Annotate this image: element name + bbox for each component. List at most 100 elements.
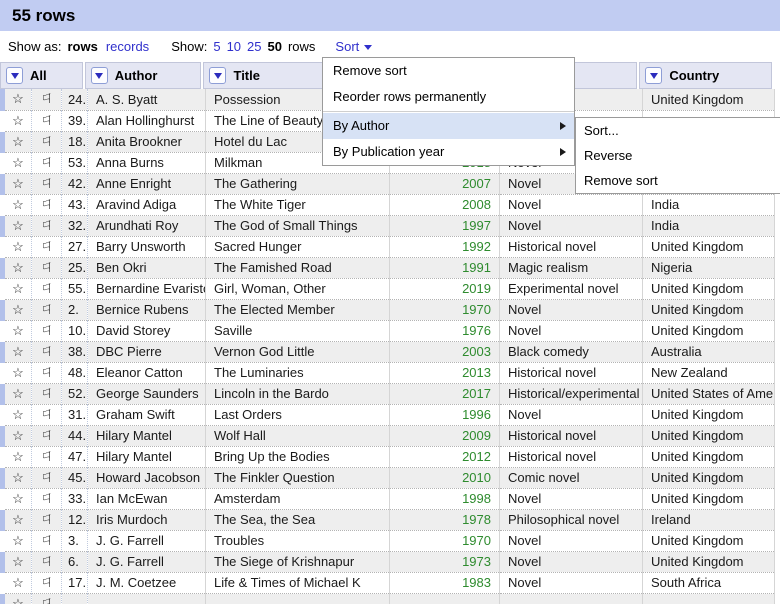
star-icon[interactable]: ☆ xyxy=(0,593,32,604)
submenu-item-reverse[interactable]: Reverse xyxy=(576,143,780,168)
star-icon[interactable]: ☆ xyxy=(0,299,32,320)
flag-icon[interactable]: ⚐ xyxy=(31,425,62,446)
flag-icon[interactable]: ⚐ xyxy=(31,593,62,604)
star-icon[interactable]: ☆ xyxy=(0,110,32,131)
flag-icon[interactable]: ⚐ xyxy=(31,509,62,530)
year-link[interactable]: 2013 xyxy=(462,365,491,380)
flag-icon[interactable]: ⚐ xyxy=(31,152,62,173)
cell-author: Arundhati Roy xyxy=(87,215,206,236)
table-row: ☆ ⚐ 25. Ben Okri The Famished Road 1991 … xyxy=(0,257,775,278)
flag-icon[interactable]: ⚐ xyxy=(31,131,62,152)
year-link[interactable]: 1992 xyxy=(462,239,491,254)
column-menu-icon[interactable] xyxy=(209,67,227,84)
submenu-item-remove-sort[interactable]: Remove sort xyxy=(576,168,780,193)
star-icon[interactable]: ☆ xyxy=(0,320,32,341)
flag-icon[interactable]: ⚐ xyxy=(31,551,62,572)
submenu-item-sort[interactable]: Sort... xyxy=(576,118,780,143)
year-link[interactable]: 2008 xyxy=(462,197,491,212)
chevron-down-icon xyxy=(213,72,222,79)
year-link[interactable]: 1973 xyxy=(462,554,491,569)
cell-country: United Kingdom xyxy=(642,299,775,320)
star-icon[interactable]: ☆ xyxy=(0,551,32,572)
flag-icon[interactable]: ⚐ xyxy=(31,299,62,320)
flag-icon[interactable]: ⚐ xyxy=(31,236,62,257)
cell-author: J. G. Farrell xyxy=(87,551,206,572)
column-header-author[interactable]: Author xyxy=(84,62,202,89)
column-header-all[interactable]: All xyxy=(0,62,83,89)
flag-icon[interactable]: ⚐ xyxy=(31,467,62,488)
cell-title: The Sea, the Sea xyxy=(205,509,390,530)
star-icon[interactable]: ☆ xyxy=(0,488,32,509)
star-icon[interactable]: ☆ xyxy=(0,152,32,173)
column-menu-icon[interactable] xyxy=(90,67,108,84)
year-link[interactable]: 1991 xyxy=(462,260,491,275)
star-icon[interactable]: ☆ xyxy=(0,257,32,278)
star-icon[interactable]: ☆ xyxy=(0,404,32,425)
cell-country: New Zealand xyxy=(642,362,775,383)
flag-icon[interactable]: ⚐ xyxy=(31,320,62,341)
flag-icon[interactable]: ⚐ xyxy=(31,194,62,215)
year-link[interactable]: 1997 xyxy=(462,218,491,233)
year-link[interactable]: 1983 xyxy=(462,575,491,590)
star-icon[interactable]: ☆ xyxy=(0,530,32,551)
menu-item-remove-sort[interactable]: Remove sort xyxy=(323,58,574,84)
year-link[interactable]: 1976 xyxy=(462,323,491,338)
menu-item-by-author[interactable]: By Author xyxy=(323,113,574,139)
star-icon[interactable]: ☆ xyxy=(0,215,32,236)
year-link[interactable]: 2017 xyxy=(462,386,491,401)
star-icon[interactable]: ☆ xyxy=(0,173,32,194)
page-size-5-link[interactable]: 5 xyxy=(213,39,220,54)
flag-icon[interactable]: ⚐ xyxy=(31,362,62,383)
flag-icon[interactable]: ⚐ xyxy=(31,215,62,236)
column-menu-icon[interactable] xyxy=(6,67,23,84)
page-size-25-link[interactable]: 25 xyxy=(247,39,261,54)
flag-icon[interactable]: ⚐ xyxy=(31,404,62,425)
star-icon[interactable]: ☆ xyxy=(0,572,32,593)
page-size-10-link[interactable]: 10 xyxy=(227,39,241,54)
flag-icon[interactable]: ⚐ xyxy=(31,446,62,467)
flag-icon[interactable]: ⚐ xyxy=(31,383,62,404)
year-link[interactable]: 2019 xyxy=(462,281,491,296)
star-icon[interactable]: ☆ xyxy=(0,89,32,110)
star-icon[interactable]: ☆ xyxy=(0,341,32,362)
flag-icon[interactable]: ⚐ xyxy=(31,341,62,362)
year-link[interactable]: 1996 xyxy=(462,407,491,422)
star-icon[interactable]: ☆ xyxy=(0,236,32,257)
star-icon[interactable]: ☆ xyxy=(0,278,32,299)
year-link[interactable]: 2012 xyxy=(462,449,491,464)
cell-country: United Kingdom xyxy=(642,425,775,446)
column-menu-icon[interactable] xyxy=(645,67,663,84)
year-link[interactable]: 1970 xyxy=(462,533,491,548)
year-link[interactable]: 2007 xyxy=(462,176,491,191)
cell-title: Vernon God Little xyxy=(205,341,390,362)
flag-icon[interactable]: ⚐ xyxy=(31,257,62,278)
year-link[interactable]: 1978 xyxy=(462,512,491,527)
year-link[interactable]: 2009 xyxy=(462,428,491,443)
star-icon[interactable]: ☆ xyxy=(0,131,32,152)
year-link[interactable]: 1970 xyxy=(462,302,491,317)
star-icon[interactable]: ☆ xyxy=(0,362,32,383)
menu-item-reorder-rows[interactable]: Reorder rows permanently xyxy=(323,84,574,110)
cell-author: Eleanor Catton xyxy=(87,362,206,383)
year-link[interactable]: 2003 xyxy=(462,344,491,359)
star-icon[interactable]: ☆ xyxy=(0,383,32,404)
flag-icon[interactable]: ⚐ xyxy=(31,488,62,509)
sort-menu-button[interactable]: Sort xyxy=(335,39,373,54)
star-icon[interactable]: ☆ xyxy=(0,446,32,467)
star-icon[interactable]: ☆ xyxy=(0,194,32,215)
star-icon[interactable]: ☆ xyxy=(0,467,32,488)
flag-icon[interactable]: ⚐ xyxy=(31,530,62,551)
flag-icon[interactable]: ⚐ xyxy=(31,110,62,131)
menu-item-by-publication-year[interactable]: By Publication year xyxy=(323,139,574,165)
show-as-records-link[interactable]: records xyxy=(106,39,149,54)
year-link[interactable]: 2010 xyxy=(462,470,491,485)
flag-icon[interactable]: ⚐ xyxy=(31,89,62,110)
flag-icon[interactable]: ⚐ xyxy=(31,572,62,593)
column-header-country[interactable]: Country xyxy=(639,62,772,89)
star-icon[interactable]: ☆ xyxy=(0,425,32,446)
cell-genre: Novel xyxy=(499,530,643,551)
flag-icon[interactable]: ⚐ xyxy=(31,173,62,194)
star-icon[interactable]: ☆ xyxy=(0,509,32,530)
year-link[interactable]: 1998 xyxy=(462,491,491,506)
flag-icon[interactable]: ⚐ xyxy=(31,278,62,299)
